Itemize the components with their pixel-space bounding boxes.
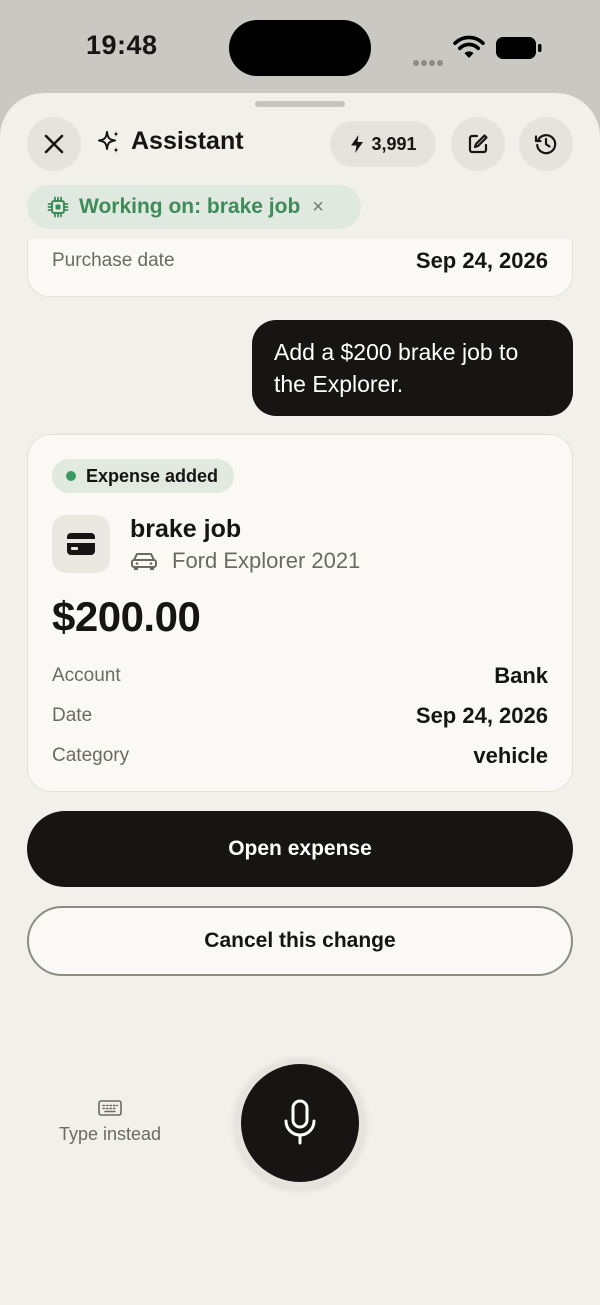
microphone-icon — [284, 1099, 316, 1145]
dynamic-island — [229, 20, 371, 76]
detail-value: Bank — [494, 663, 548, 688]
purchase-date-value: Sep 24, 2026 — [415, 248, 548, 273]
detail-value: vehicle — [473, 743, 548, 768]
history-button[interactable] — [519, 117, 573, 171]
detail-label: Date — [52, 705, 93, 726]
detail-label: Category — [52, 745, 130, 766]
context-chip[interactable]: Working on: brake job × — [27, 185, 361, 229]
open-expense-button[interactable]: Open expense — [27, 811, 573, 887]
status-badge: Expense added — [52, 459, 235, 493]
cancel-change-button[interactable]: Cancel this change — [27, 906, 573, 976]
detail-value: Sep 24, 2026 — [415, 703, 548, 728]
status-badge-label: Expense added — [86, 465, 219, 486]
wifi-icon — [453, 35, 485, 58]
context-chip-close-icon[interactable]: × — [312, 196, 324, 219]
type-instead-label: Type instead — [58, 1124, 162, 1144]
sparkle-icon — [98, 130, 119, 153]
vehicle-row: Ford Explorer 2021 — [130, 548, 360, 574]
credit-card-icon — [67, 533, 95, 555]
keyboard-icon — [98, 1100, 122, 1116]
cellular-signal-icon — [413, 53, 445, 71]
purchase-date-label: Purchase date — [52, 250, 175, 271]
user-message-bubble: Add a $200 brake job to the Explorer. — [252, 320, 573, 416]
type-instead-button[interactable]: Type instead — [55, 1100, 165, 1145]
battery-icon — [496, 37, 542, 59]
close-button[interactable] — [27, 117, 81, 171]
expense-name: brake job — [130, 515, 242, 543]
credits-badge[interactable]: 3,991 — [330, 121, 436, 167]
microphone-button[interactable] — [241, 1064, 359, 1182]
expense-amount: $200.00 — [52, 593, 201, 640]
header-title: Assistant — [96, 127, 244, 156]
page-title: Assistant — [131, 127, 244, 155]
detail-row-category: Category vehicle — [52, 743, 548, 769]
mic-button-ring — [235, 1058, 365, 1188]
previous-result-card: Purchase date Sep 24, 2026 — [27, 239, 573, 297]
history-icon — [534, 134, 557, 155]
conversation-scroll[interactable]: Purchase date Sep 24, 2026 Add a $200 br… — [0, 239, 600, 989]
car-icon — [131, 553, 157, 570]
chip-icon — [47, 196, 69, 218]
close-icon — [44, 134, 64, 154]
vehicle-name: Ford Explorer 2021 — [172, 548, 361, 573]
expense-category-icon-box — [52, 515, 110, 573]
lightning-icon — [351, 135, 364, 153]
status-time: 19:48 — [86, 30, 158, 60]
detail-label: Account — [52, 665, 121, 686]
detail-row-account: Account Bank — [52, 663, 548, 689]
context-chip-label: Working on: brake job — [79, 195, 301, 218]
expense-result-card: Expense added brake job Ford Explorer 20… — [27, 434, 573, 792]
new-chat-button[interactable] — [451, 117, 505, 171]
compose-icon — [468, 134, 488, 154]
credits-count: 3,991 — [371, 133, 417, 154]
status-dot — [66, 471, 76, 481]
detail-row-date: Date Sep 24, 2026 — [52, 703, 548, 729]
sheet-grabber[interactable] — [255, 101, 345, 107]
assistant-sheet: Assistant 3,991 Working on: brake job × — [0, 93, 600, 1305]
status-bar: 19:48 — [0, 0, 600, 95]
